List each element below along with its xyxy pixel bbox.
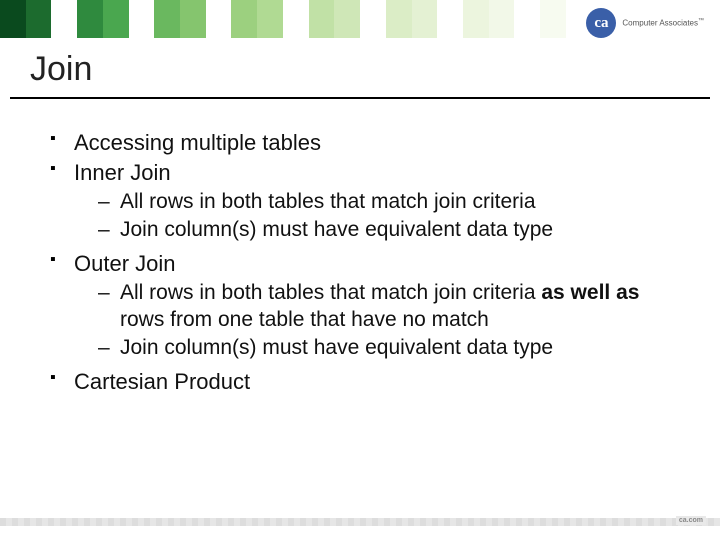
sub-bullet-bold: as well as [541,281,639,304]
band-square [334,0,360,38]
band-square [103,0,129,38]
brand-label: Computer Associates™ [622,18,704,28]
trademark-symbol: ™ [698,18,704,24]
bullet-list: Accessing multiple tables Inner Join All r… [50,129,680,396]
bullet-item: Cartesian Product [50,368,680,396]
bullet-text: Outer Join [74,251,176,276]
band-square [283,0,309,38]
brand-logo-area: ca Computer Associates™ [580,6,710,40]
band-square [231,0,257,38]
band-square [412,0,438,38]
sub-bullet-text: rows from one table that have no match [120,308,489,331]
bullet-item: Outer Join All rows in both tables that m… [50,250,680,362]
sub-bullet-item: All rows in both tables that match join … [98,189,680,216]
band-square [514,0,540,38]
band-square [360,0,386,38]
bullet-text: Accessing multiple tables [74,130,321,155]
band-square [206,0,232,38]
band-square [0,0,26,38]
sub-bullet-list: All rows in both tables that match join … [74,280,680,362]
page-title: Join [30,50,690,89]
bullet-item: Accessing multiple tables [50,129,680,157]
sub-bullet-item: Join column(s) must have equivalent data… [98,217,680,244]
bullet-text: Inner Join [74,160,171,185]
ca-logo-icon: ca [586,8,616,38]
band-square [463,0,489,38]
band-square [51,0,77,38]
sub-bullet-text: All rows in both tables that match join … [120,281,541,304]
band-square [154,0,180,38]
footer-bar [0,518,720,526]
band-square [180,0,206,38]
band-square [129,0,155,38]
brand-label-text: Computer Associates [622,19,698,28]
band-square [26,0,52,38]
title-area: Join [0,38,720,93]
sub-bullet-item: Join column(s) must have equivalent data… [98,335,680,362]
band-square [437,0,463,38]
footer-link-text: ca.com [676,516,706,525]
band-square [77,0,103,38]
sub-bullet-item: All rows in both tables that match join … [98,280,680,334]
band-square [540,0,566,38]
slide-content: Accessing multiple tables Inner Join All r… [0,99,720,396]
bullet-text: Cartesian Product [74,369,250,394]
band-square [489,0,515,38]
band-square [386,0,412,38]
band-square [309,0,335,38]
band-square [257,0,283,38]
bullet-item: Inner Join All rows in both tables that m… [50,159,680,244]
sub-bullet-list: All rows in both tables that match join … [74,189,680,244]
